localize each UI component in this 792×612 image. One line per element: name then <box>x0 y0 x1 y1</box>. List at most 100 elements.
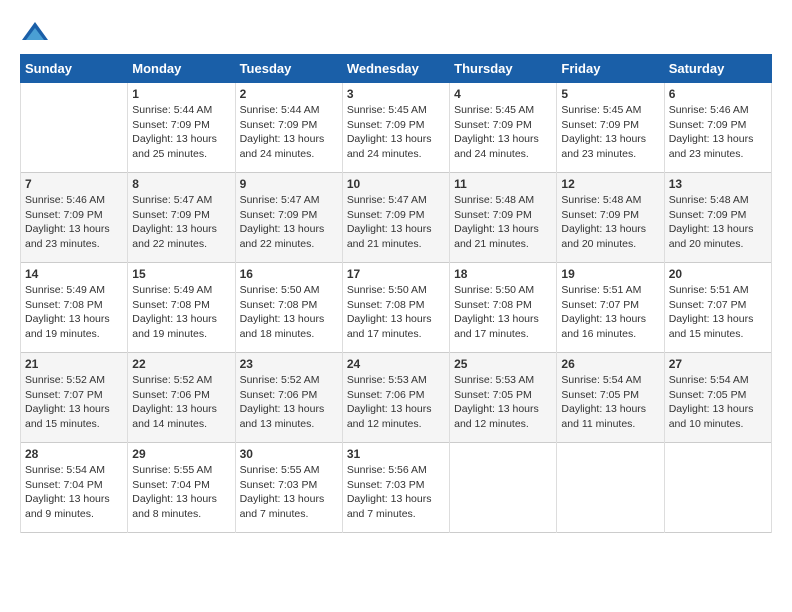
day-cell: 10Sunrise: 5:47 AM Sunset: 7:09 PM Dayli… <box>342 173 449 263</box>
day-info: Sunrise: 5:52 AM Sunset: 7:06 PM Dayligh… <box>132 373 230 432</box>
day-cell: 27 Sunrise: 5:54 AM Sunset: 7:05 PM Dayli… <box>664 353 771 443</box>
day-cell: 17 Sunrise: 5:50 AM Sunset: 7:08 PM Dayli… <box>342 263 449 353</box>
day-number: 1 <box>132 87 230 101</box>
header-row: SundayMondayTuesdayWednesdayThursdayFrid… <box>21 55 772 83</box>
day-info: Sunrise: 5:54 AM Sunset: 7:04 PM Dayligh… <box>25 463 123 522</box>
day-cell: 28 Sunrise: 5:54 AM Sunset: 7:04 PM Dayli… <box>21 443 128 533</box>
day-cell: 8Sunrise: 5:47 AM Sunset: 7:09 PM Daylig… <box>128 173 235 263</box>
day-cell: 3Sunrise: 5:45 AM Sunset: 7:09 PM Daylig… <box>342 83 449 173</box>
day-cell: 13 Sunrise: 5:48 AM Sunset: 7:09 PM Dayli… <box>664 173 771 263</box>
day-info: Sunrise: 5:54 AM Sunset: 7:05 PM Dayligh… <box>561 373 659 432</box>
day-number: 27 <box>669 357 767 371</box>
day-info: Sunrise: 5:51 AM Sunset: 7:07 PM Dayligh… <box>669 283 767 342</box>
day-cell: 24 Sunrise: 5:53 AM Sunset: 7:06 PM Dayli… <box>342 353 449 443</box>
day-info: Sunrise: 5:52 AM Sunset: 7:06 PM Dayligh… <box>240 373 338 432</box>
day-number: 17 <box>347 267 445 281</box>
day-info: Sunrise: 5:48 AM Sunset: 7:09 PM Dayligh… <box>561 193 659 252</box>
day-number: 2 <box>240 87 338 101</box>
header-cell-tuesday: Tuesday <box>235 55 342 83</box>
day-cell: 16 Sunrise: 5:50 AM Sunset: 7:08 PM Dayli… <box>235 263 342 353</box>
day-info: Sunrise: 5:47 AM Sunset: 7:09 PM Dayligh… <box>132 193 230 252</box>
logo-icon <box>20 20 50 44</box>
day-cell: 23 Sunrise: 5:52 AM Sunset: 7:06 PM Dayli… <box>235 353 342 443</box>
day-info: Sunrise: 5:48 AM Sunset: 7:09 PM Dayligh… <box>454 193 552 252</box>
day-cell: 21 Sunrise: 5:52 AM Sunset: 7:07 PM Dayli… <box>21 353 128 443</box>
day-info: Sunrise: 5:46 AM Sunset: 7:09 PM Dayligh… <box>669 103 767 162</box>
calendar-table: SundayMondayTuesdayWednesdayThursdayFrid… <box>20 54 772 533</box>
header <box>20 20 772 44</box>
header-cell-friday: Friday <box>557 55 664 83</box>
week-row-2: 7Sunrise: 5:46 AM Sunset: 7:09 PM Daylig… <box>21 173 772 263</box>
day-cell: 19 Sunrise: 5:51 AM Sunset: 7:07 PM Dayli… <box>557 263 664 353</box>
calendar-body: 1 Sunrise: 5:44 AM Sunset: 7:09 PM Daylig… <box>21 83 772 533</box>
day-info: Sunrise: 5:46 AM Sunset: 7:09 PM Dayligh… <box>25 193 123 252</box>
week-row-4: 21 Sunrise: 5:52 AM Sunset: 7:07 PM Dayli… <box>21 353 772 443</box>
day-info: Sunrise: 5:44 AM Sunset: 7:09 PM Dayligh… <box>132 103 230 162</box>
day-info: Sunrise: 5:47 AM Sunset: 7:09 PM Dayligh… <box>347 193 445 252</box>
day-cell: 26 Sunrise: 5:54 AM Sunset: 7:05 PM Dayli… <box>557 353 664 443</box>
day-cell: 4Sunrise: 5:45 AM Sunset: 7:09 PM Daylig… <box>450 83 557 173</box>
day-number: 25 <box>454 357 552 371</box>
header-cell-wednesday: Wednesday <box>342 55 449 83</box>
day-number: 28 <box>25 447 123 461</box>
day-info: Sunrise: 5:55 AM Sunset: 7:04 PM Dayligh… <box>132 463 230 522</box>
day-cell: 5 Sunrise: 5:45 AM Sunset: 7:09 PM Daylig… <box>557 83 664 173</box>
day-info: Sunrise: 5:53 AM Sunset: 7:05 PM Dayligh… <box>454 373 552 432</box>
day-number: 20 <box>669 267 767 281</box>
day-info: Sunrise: 5:49 AM Sunset: 7:08 PM Dayligh… <box>25 283 123 342</box>
day-number: 9 <box>240 177 338 191</box>
day-info: Sunrise: 5:50 AM Sunset: 7:08 PM Dayligh… <box>240 283 338 342</box>
calendar-header: SundayMondayTuesdayWednesdayThursdayFrid… <box>21 55 772 83</box>
day-number: 5 <box>561 87 659 101</box>
day-cell: 9 Sunrise: 5:47 AM Sunset: 7:09 PM Daylig… <box>235 173 342 263</box>
day-info: Sunrise: 5:54 AM Sunset: 7:05 PM Dayligh… <box>669 373 767 432</box>
header-cell-saturday: Saturday <box>664 55 771 83</box>
day-cell: 20 Sunrise: 5:51 AM Sunset: 7:07 PM Dayli… <box>664 263 771 353</box>
day-number: 26 <box>561 357 659 371</box>
day-info: Sunrise: 5:49 AM Sunset: 7:08 PM Dayligh… <box>132 283 230 342</box>
day-info: Sunrise: 5:48 AM Sunset: 7:09 PM Dayligh… <box>669 193 767 252</box>
day-cell: 12Sunrise: 5:48 AM Sunset: 7:09 PM Dayli… <box>557 173 664 263</box>
day-info: Sunrise: 5:45 AM Sunset: 7:09 PM Dayligh… <box>561 103 659 162</box>
day-cell: 2Sunrise: 5:44 AM Sunset: 7:09 PM Daylig… <box>235 83 342 173</box>
day-number: 6 <box>669 87 767 101</box>
day-number: 11 <box>454 177 552 191</box>
day-cell: 22Sunrise: 5:52 AM Sunset: 7:06 PM Dayli… <box>128 353 235 443</box>
day-cell: 14 Sunrise: 5:49 AM Sunset: 7:08 PM Dayli… <box>21 263 128 353</box>
day-number: 30 <box>240 447 338 461</box>
day-info: Sunrise: 5:50 AM Sunset: 7:08 PM Dayligh… <box>454 283 552 342</box>
day-cell: 29 Sunrise: 5:55 AM Sunset: 7:04 PM Dayli… <box>128 443 235 533</box>
day-cell <box>21 83 128 173</box>
day-info: Sunrise: 5:51 AM Sunset: 7:07 PM Dayligh… <box>561 283 659 342</box>
day-number: 13 <box>669 177 767 191</box>
day-number: 18 <box>454 267 552 281</box>
day-cell <box>450 443 557 533</box>
day-number: 15 <box>132 267 230 281</box>
day-info: Sunrise: 5:52 AM Sunset: 7:07 PM Dayligh… <box>25 373 123 432</box>
header-cell-monday: Monday <box>128 55 235 83</box>
day-cell <box>557 443 664 533</box>
day-cell: 11 Sunrise: 5:48 AM Sunset: 7:09 PM Dayli… <box>450 173 557 263</box>
day-number: 3 <box>347 87 445 101</box>
day-number: 21 <box>25 357 123 371</box>
day-info: Sunrise: 5:55 AM Sunset: 7:03 PM Dayligh… <box>240 463 338 522</box>
day-cell: 7Sunrise: 5:46 AM Sunset: 7:09 PM Daylig… <box>21 173 128 263</box>
day-info: Sunrise: 5:47 AM Sunset: 7:09 PM Dayligh… <box>240 193 338 252</box>
day-info: Sunrise: 5:50 AM Sunset: 7:08 PM Dayligh… <box>347 283 445 342</box>
day-number: 29 <box>132 447 230 461</box>
logo <box>20 20 54 44</box>
day-number: 14 <box>25 267 123 281</box>
day-number: 16 <box>240 267 338 281</box>
day-cell: 25 Sunrise: 5:53 AM Sunset: 7:05 PM Dayli… <box>450 353 557 443</box>
day-info: Sunrise: 5:53 AM Sunset: 7:06 PM Dayligh… <box>347 373 445 432</box>
day-number: 23 <box>240 357 338 371</box>
day-number: 31 <box>347 447 445 461</box>
day-info: Sunrise: 5:45 AM Sunset: 7:09 PM Dayligh… <box>454 103 552 162</box>
day-cell: 18 Sunrise: 5:50 AM Sunset: 7:08 PM Dayli… <box>450 263 557 353</box>
header-cell-sunday: Sunday <box>21 55 128 83</box>
day-number: 19 <box>561 267 659 281</box>
day-info: Sunrise: 5:56 AM Sunset: 7:03 PM Dayligh… <box>347 463 445 522</box>
day-cell: 1 Sunrise: 5:44 AM Sunset: 7:09 PM Daylig… <box>128 83 235 173</box>
day-number: 24 <box>347 357 445 371</box>
header-cell-thursday: Thursday <box>450 55 557 83</box>
